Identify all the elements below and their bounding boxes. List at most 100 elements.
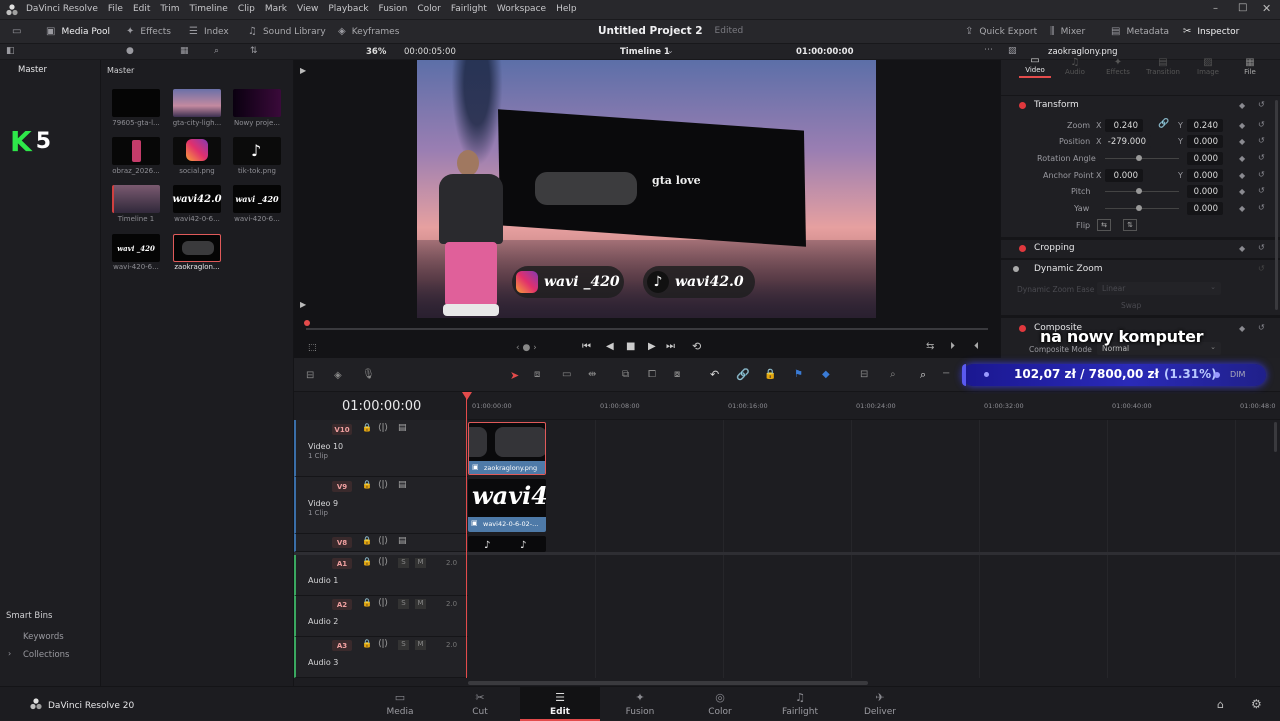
panel-toggle-icon[interactable]: ◧ — [6, 46, 15, 56]
clip-thumb-gta-1[interactable] — [112, 89, 160, 117]
zoom-out-icon[interactable]: − — [942, 368, 950, 379]
home-icon[interactable]: ⌂ — [1217, 698, 1224, 711]
clip-thumb-nowy-projekt[interactable] — [233, 89, 281, 117]
keywords-bin[interactable]: Keywords — [23, 632, 64, 642]
go-to-end-icon[interactable]: ⏭ — [666, 341, 675, 352]
search-icon[interactable]: ⌕ — [214, 46, 219, 56]
more-options-icon[interactable]: ⋯ — [984, 45, 993, 55]
playhead-handle[interactable] — [462, 392, 472, 400]
effects-button[interactable]: ✦ Effects — [126, 20, 171, 44]
reset-icon[interactable]: ↺ — [1258, 170, 1265, 179]
settings-gear-icon[interactable]: ⚙ — [1251, 697, 1262, 711]
scrubber-playhead[interactable] — [304, 320, 310, 326]
zoom-detail-icon[interactable]: ⌕ — [890, 369, 896, 380]
timeline-vscrollbar[interactable] — [1274, 422, 1277, 452]
pitch-field[interactable]: 0.000 — [1187, 185, 1223, 198]
menu-trim[interactable]: Trim — [160, 4, 179, 14]
position-x-field[interactable]: -279.000 — [1105, 135, 1151, 148]
clip-thumb-wavi-1[interactable]: wavi42.0 — [172, 185, 222, 213]
clip-thumb-tiktok[interactable]: ♪ — [233, 137, 281, 165]
reset-icon[interactable]: ↺ — [1258, 264, 1265, 273]
minimize-icon[interactable]: – — [1213, 3, 1218, 14]
scrubber-track[interactable] — [306, 328, 988, 330]
rotation-slider[interactable] — [1105, 158, 1179, 159]
menu-help[interactable]: Help — [556, 4, 577, 14]
cropping-header[interactable]: Cropping — [1034, 243, 1075, 253]
flag-icon[interactable]: ⚑ — [794, 369, 803, 380]
stop-icon[interactable]: ■ — [626, 341, 635, 352]
flip-horizontal-icon[interactable]: ⇆ — [1097, 219, 1111, 231]
track-visibility-icon[interactable]: ▤ — [398, 480, 407, 490]
auto-select-icon[interactable]: ⟨|⟩ — [378, 536, 388, 546]
sort-icon[interactable]: ⇅ — [250, 46, 258, 56]
reset-icon[interactable]: ↺ — [1258, 323, 1265, 332]
page-fusion[interactable]: ✦ Fusion — [600, 687, 680, 721]
tab-transition[interactable]: ▤ Transition — [1141, 57, 1185, 76]
lock-icon[interactable]: 🔒 — [362, 536, 372, 545]
lock-icon[interactable]: 🔒 — [362, 598, 372, 607]
overwrite-icon[interactable]: ⧠ — [648, 369, 656, 380]
link-icon[interactable]: 🔗 — [1158, 119, 1169, 129]
track-header-a3[interactable]: A3 🔒 ⟨|⟩ S M 2.0 Audio 3 — [294, 637, 468, 678]
composite-enable-toggle[interactable] — [1019, 325, 1026, 332]
menu-color[interactable]: Color — [417, 4, 441, 14]
page-deliver[interactable]: ✈ Deliver — [840, 687, 920, 721]
viewer-zoom[interactable]: 36% — [366, 47, 386, 57]
view-slider-icon[interactable]: ● — [126, 46, 134, 56]
crop-icon[interactable]: ⬚ — [308, 343, 317, 353]
reset-icon[interactable]: ↺ — [1258, 153, 1265, 162]
track-header-a2[interactable]: A2 🔒 ⟨|⟩ S M 2.0 Audio 2 — [294, 596, 468, 637]
quick-export-button[interactable]: ⇪ Quick Export — [965, 20, 1037, 44]
snapping-icon[interactable]: ↶ — [710, 368, 719, 381]
audio-waveform-icon[interactable]: ◈ — [334, 370, 342, 381]
timeline-ruler[interactable]: 01:00:00:00 01:00:08:00 01:00:16:00 01:0… — [468, 394, 1280, 420]
transform-header[interactable]: Transform — [1034, 100, 1079, 110]
play-reverse-icon[interactable]: ◀ — [606, 341, 614, 352]
next-clip-icon[interactable]: ⏵ — [950, 341, 955, 352]
yaw-slider-knob[interactable] — [1136, 205, 1142, 211]
tab-audio[interactable]: ♫ Audio — [1059, 57, 1091, 76]
menu-view[interactable]: View — [297, 4, 318, 14]
clip-thumb-timeline[interactable] — [112, 185, 160, 213]
keyframes-button[interactable]: ◈ Keyframes — [338, 20, 399, 44]
pitch-slider[interactable] — [1105, 191, 1179, 192]
menu-timeline[interactable]: Timeline — [190, 4, 228, 14]
menu-clip[interactable]: Clip — [238, 4, 255, 14]
clip-thumb-gta-city[interactable] — [173, 89, 221, 117]
zoom-full-icon[interactable]: ⊟ — [860, 369, 868, 380]
page-edit[interactable]: ☰ Edit — [520, 687, 600, 721]
loop-icon[interactable]: ⟲ — [692, 340, 701, 353]
position-y-field[interactable]: 0.000 — [1187, 135, 1223, 148]
clip-thumb-obraz[interactable] — [112, 137, 160, 165]
rotation-field[interactable]: 0.000 — [1187, 152, 1223, 165]
track-visibility-icon[interactable]: ▤ — [398, 423, 407, 433]
auto-select-icon[interactable]: ⟨|⟩ — [378, 557, 388, 567]
auto-select-icon[interactable]: ⟨|⟩ — [378, 598, 388, 608]
reset-icon[interactable]: ↺ — [1258, 243, 1265, 252]
play-left-icon[interactable]: ▶ — [300, 66, 306, 75]
clip-v8[interactable]: ♪ ♪ — [468, 536, 546, 552]
master-bin[interactable]: Master — [18, 65, 47, 75]
yaw-field[interactable]: 0.000 — [1187, 202, 1223, 215]
keyframe-icon[interactable]: ◆ — [1239, 101, 1245, 110]
page-color[interactable]: ◎ Color — [680, 687, 760, 721]
track-header-v8[interactable]: V8 🔒 ⟨|⟩ ▤ — [294, 534, 468, 552]
anchor-x-field[interactable]: 0.000 — [1105, 169, 1143, 182]
track-header-v10[interactable]: V10 🔒 ⟨|⟩ ▤ Video 10 1 Clip — [294, 420, 468, 477]
menu-file[interactable]: File — [108, 4, 123, 14]
pitch-slider-knob[interactable] — [1136, 188, 1142, 194]
mixer-button[interactable]: ⫼ Mixer — [1050, 20, 1085, 44]
page-media[interactable]: ▭ Media — [360, 687, 440, 721]
menu-workspace[interactable]: Workspace — [497, 4, 546, 14]
timeline-view-icon[interactable]: ⊟ — [306, 370, 314, 381]
transform-enable-toggle[interactable] — [1019, 102, 1026, 109]
lock-icon[interactable]: 🔒 — [362, 423, 372, 432]
index-button[interactable]: ☰ Index — [189, 20, 229, 44]
trim-tool-icon[interactable]: ⧈ — [534, 369, 540, 380]
replace-icon[interactable]: ⧇ — [674, 369, 680, 380]
timeline-selector[interactable]: Timeline 1 — [620, 47, 670, 57]
mute-button[interactable]: M — [415, 558, 426, 568]
dim-button[interactable]: DIM — [1230, 370, 1245, 379]
timeline-playhead[interactable] — [466, 394, 467, 678]
chevron-right-icon[interactable]: › — [8, 649, 11, 658]
